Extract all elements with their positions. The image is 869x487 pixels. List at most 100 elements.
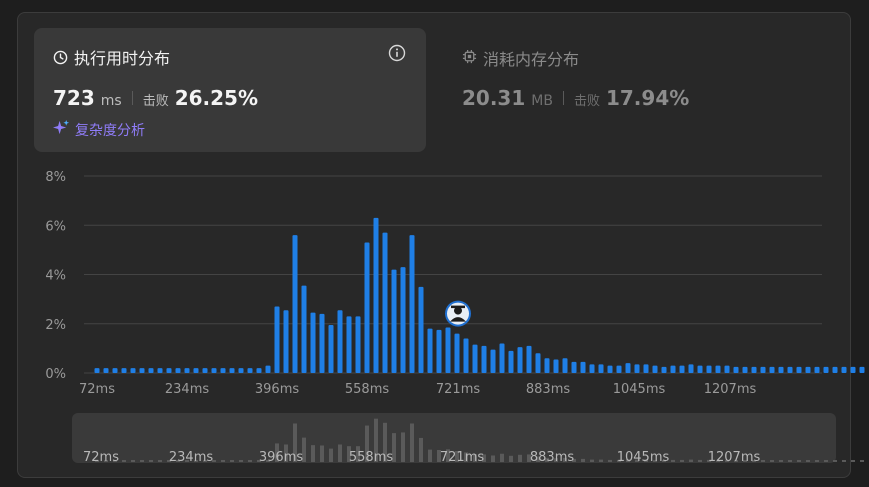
bar[interactable] xyxy=(625,363,631,373)
bar[interactable] xyxy=(679,365,685,373)
bar[interactable] xyxy=(193,368,199,373)
bar[interactable] xyxy=(616,365,622,373)
bar[interactable] xyxy=(463,338,469,373)
bar[interactable] xyxy=(796,366,802,373)
bar[interactable] xyxy=(544,358,550,373)
bar[interactable] xyxy=(661,366,667,373)
bar[interactable] xyxy=(283,310,289,373)
bar[interactable] xyxy=(436,329,442,373)
bar[interactable] xyxy=(94,368,100,373)
overview-tick-label: 234ms xyxy=(169,450,213,465)
x-tick-label: 72ms xyxy=(79,382,115,397)
bar[interactable] xyxy=(643,364,649,373)
bar[interactable] xyxy=(571,361,577,373)
bar[interactable] xyxy=(670,365,676,373)
bar[interactable] xyxy=(400,267,406,373)
bar[interactable] xyxy=(355,316,361,373)
bar[interactable] xyxy=(382,232,388,373)
bar[interactable] xyxy=(742,366,748,373)
bar[interactable] xyxy=(859,366,865,373)
bar[interactable] xyxy=(823,366,829,373)
bar[interactable] xyxy=(373,217,379,373)
y-tick-label: 4% xyxy=(45,269,66,284)
bar[interactable] xyxy=(130,368,136,373)
bar[interactable] xyxy=(760,366,766,373)
bar[interactable] xyxy=(634,364,640,373)
bar[interactable] xyxy=(391,269,397,373)
bar[interactable] xyxy=(139,368,145,373)
bar[interactable] xyxy=(445,327,451,373)
overview-bar xyxy=(842,460,846,462)
bar[interactable] xyxy=(697,365,703,373)
bar[interactable] xyxy=(706,365,712,373)
bar[interactable] xyxy=(292,235,298,373)
overview-bar xyxy=(131,460,135,462)
overview-bar xyxy=(518,454,522,462)
bar[interactable] xyxy=(508,350,514,373)
bar[interactable] xyxy=(553,359,559,373)
bar[interactable] xyxy=(724,365,730,373)
bar[interactable] xyxy=(310,312,316,373)
bar[interactable] xyxy=(337,310,343,373)
bar[interactable] xyxy=(220,368,226,373)
bar[interactable] xyxy=(238,368,244,373)
bar[interactable] xyxy=(499,343,505,373)
overview-bar xyxy=(824,460,828,462)
bar[interactable] xyxy=(211,368,217,373)
bar[interactable] xyxy=(121,368,127,373)
bar[interactable] xyxy=(229,368,235,373)
bar[interactable] xyxy=(184,368,190,373)
overview-bar xyxy=(500,453,504,462)
bar[interactable] xyxy=(157,368,163,373)
bar[interactable] xyxy=(256,368,262,373)
bar[interactable] xyxy=(166,368,172,373)
bar[interactable] xyxy=(715,365,721,373)
bar[interactable] xyxy=(787,366,793,373)
bar[interactable] xyxy=(607,365,613,373)
overview-bar xyxy=(761,460,765,462)
bar[interactable] xyxy=(814,366,820,373)
bar[interactable] xyxy=(454,333,460,373)
bar[interactable] xyxy=(850,366,856,373)
bar[interactable] xyxy=(751,366,757,373)
bar[interactable] xyxy=(409,235,415,373)
bar[interactable] xyxy=(427,328,433,373)
overview-bar xyxy=(779,460,783,462)
bar[interactable] xyxy=(103,368,109,373)
bar[interactable] xyxy=(346,316,352,373)
bar[interactable] xyxy=(319,313,325,373)
bar[interactable] xyxy=(769,366,775,373)
bar[interactable] xyxy=(733,366,739,373)
bar[interactable] xyxy=(175,368,181,373)
overview-bar xyxy=(221,460,225,462)
bar[interactable] xyxy=(517,347,523,373)
bar[interactable] xyxy=(481,345,487,373)
bar[interactable] xyxy=(301,285,307,373)
bar[interactable] xyxy=(652,365,658,373)
overview-bar xyxy=(320,445,324,462)
bar[interactable] xyxy=(490,349,496,373)
bar[interactable] xyxy=(832,366,838,373)
bar[interactable] xyxy=(562,358,568,373)
bar[interactable] xyxy=(841,366,847,373)
bar[interactable] xyxy=(805,366,811,373)
bar[interactable] xyxy=(274,306,280,373)
bar[interactable] xyxy=(589,364,595,373)
bar[interactable] xyxy=(418,286,424,373)
bar[interactable] xyxy=(112,368,118,373)
overview-bar xyxy=(590,459,594,462)
bar[interactable] xyxy=(688,364,694,373)
bar[interactable] xyxy=(580,361,586,373)
bar[interactable] xyxy=(535,353,541,373)
overview-bar xyxy=(410,423,414,462)
bar[interactable] xyxy=(265,365,271,373)
bar[interactable] xyxy=(526,345,532,373)
bar[interactable] xyxy=(247,368,253,373)
bar[interactable] xyxy=(472,344,478,373)
bar[interactable] xyxy=(148,368,154,373)
bar[interactable] xyxy=(364,242,370,373)
bar[interactable] xyxy=(778,366,784,373)
bar[interactable] xyxy=(598,364,604,373)
bar[interactable] xyxy=(328,324,334,373)
bar[interactable] xyxy=(202,368,208,373)
